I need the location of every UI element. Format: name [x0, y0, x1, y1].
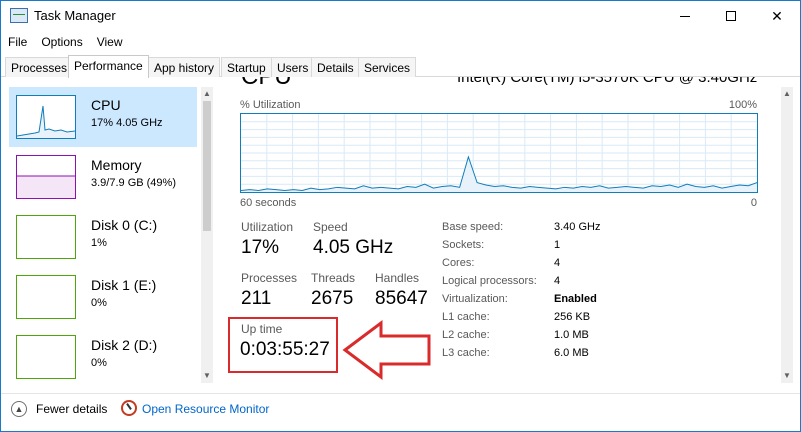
sidebar-item-disk-0[interactable]: Disk 0 (C:) 1% [9, 207, 197, 267]
graph-time-span-label: 60 seconds [240, 197, 297, 209]
scroll-thumb[interactable] [203, 101, 211, 231]
menu-file[interactable]: File [1, 32, 34, 52]
close-icon: ✕ [771, 7, 783, 24]
sidebar-item-label: Disk 2 (D:) [91, 337, 158, 353]
chevron-up-icon[interactable]: ▲ [11, 401, 27, 417]
spec-key-l2-cache: L2 cache: [442, 329, 490, 341]
tab-details[interactable]: Details [311, 57, 360, 77]
cpu-graph-canvas [241, 114, 757, 192]
sidebar-item-value: 1% [91, 237, 107, 249]
tab-users[interactable]: Users [271, 57, 315, 77]
spec-value-l2-cache: 1.0 MB [554, 329, 589, 341]
disk-1-thumbnail-graph [16, 275, 76, 319]
uptime-value: 0:03:55:27 [240, 339, 330, 360]
tab-processes[interactable]: Processes [5, 57, 74, 77]
spec-value-l1-cache: 256 KB [554, 311, 591, 323]
sidebar-scrollbar[interactable]: ▲ ▼ [201, 87, 213, 383]
tab-performance[interactable]: Performance [68, 55, 149, 78]
panel-scrollbar[interactable]: ▲ ▼ [781, 87, 793, 383]
disk-2-thumbnail-graph [16, 335, 76, 379]
threads-value: 2675 [311, 288, 354, 309]
menu-view[interactable]: View [90, 32, 130, 52]
spec-key-l3-cache: L3 cache: [442, 347, 490, 359]
speed-label: Speed [313, 220, 348, 234]
memory-thumbnail-graph [16, 155, 76, 199]
threads-label: Threads [311, 271, 356, 285]
resource-sidebar: CPU 17% 4.05 GHz Memory 3.9/7.9 GB (49%)… [5, 87, 213, 383]
spec-key-l1-cache: L1 cache: [442, 311, 490, 323]
maximize-button[interactable] [708, 1, 754, 31]
sidebar-item-memory[interactable]: Memory 3.9/7.9 GB (49%) [9, 147, 197, 207]
uptime-label: Up time [241, 322, 283, 336]
cpu-utilization-graph [240, 113, 758, 193]
utilization-axis-label: % Utilization [240, 99, 301, 111]
spec-value-logical-processors: 4 [554, 275, 561, 287]
spec-value-sockets: 1 [554, 239, 561, 251]
spec-value-base-speed: 3.40 GHz [554, 221, 601, 233]
sidebar-item-disk-2[interactable]: Disk 2 (D:) 0% [9, 327, 197, 383]
minimize-button[interactable] [662, 1, 708, 31]
sidebar-item-value: 3.9/7.9 GB (49%) [91, 177, 176, 189]
tab-startup[interactable]: Startup [221, 57, 272, 77]
graph-time-end-label: 0 [750, 197, 757, 209]
sidebar-item-value: 0% [91, 357, 107, 369]
menu-bar: File Options View [1, 32, 130, 52]
resource-monitor-icon[interactable] [121, 400, 137, 416]
speed-value: 4.05 GHz [313, 237, 394, 258]
utilization-max-label: 100% [728, 99, 757, 111]
task-manager-window: Task Manager ✕ File Options View Process… [0, 0, 801, 432]
spec-value-l3-cache: 6.0 MB [554, 347, 589, 359]
fewer-details-button[interactable]: Fewer details [36, 402, 107, 416]
spec-value-cores: 4 [554, 257, 561, 269]
spec-key-logical-processors: Logical processors: [442, 275, 537, 287]
task-manager-app-icon [10, 8, 28, 23]
utilization-label: Utilization [241, 220, 294, 234]
minimize-icon [680, 15, 690, 17]
tab-app-history[interactable]: App history [148, 57, 221, 77]
disk-0-thumbnail-graph [16, 215, 76, 259]
menu-options[interactable]: Options [34, 32, 89, 52]
sidebar-item-label: Disk 1 (E:) [91, 277, 157, 293]
window-title: Task Manager [34, 8, 116, 23]
performance-panel: CPU Intel(R) Core(TM) i5-3570K CPU @ 3.4… [213, 77, 787, 385]
spec-key-sockets: Sockets: [442, 239, 485, 251]
cpu-thumbnail-graph [16, 95, 76, 139]
spec-key-cores: Cores: [442, 257, 475, 269]
spec-key-virtualization: Virtualization: [442, 293, 508, 305]
title-bar[interactable]: Task Manager ✕ [1, 1, 800, 31]
utilization-value: 17% [241, 237, 280, 258]
scroll-up-icon[interactable]: ▲ [781, 87, 793, 101]
spec-value-virtualization: Enabled [554, 293, 597, 305]
sidebar-item-label: Memory [91, 157, 142, 173]
processes-value: 211 [241, 288, 272, 309]
sidebar-item-value: 17% 4.05 GHz [91, 117, 163, 129]
open-resource-monitor-link[interactable]: Open Resource Monitor [142, 402, 269, 416]
sidebar-item-label: CPU [91, 97, 121, 113]
tab-services[interactable]: Services [358, 57, 417, 77]
memory-thumbnail-line [17, 175, 75, 198]
pointer-arrow-icon [342, 320, 431, 380]
scroll-up-icon[interactable]: ▲ [201, 87, 213, 101]
tab-strip: Processes Performance App history Startu… [1, 55, 800, 78]
cpu-thumbnail-line [17, 105, 75, 138]
processes-label: Processes [241, 271, 298, 285]
handles-label: Handles [375, 271, 420, 285]
scroll-down-icon[interactable]: ▼ [201, 369, 213, 383]
handles-value: 85647 [375, 288, 428, 309]
sidebar-item-cpu[interactable]: CPU 17% 4.05 GHz [9, 87, 197, 147]
sidebar-item-disk-1[interactable]: Disk 1 (E:) 0% [9, 267, 197, 327]
panel-heading: CPU [241, 77, 292, 91]
spec-key-base-speed: Base speed: [442, 221, 504, 233]
maximize-icon [726, 11, 736, 21]
sidebar-item-value: 0% [91, 297, 107, 309]
sidebar-item-label: Disk 0 (C:) [91, 217, 158, 233]
scroll-down-icon[interactable]: ▼ [781, 369, 793, 383]
cpu-model-name: Intel(R) Core(TM) i5-3570K CPU @ 3.40GHz [457, 77, 758, 86]
footer-bar: ▲ Fewer details Open Resource Monitor [1, 393, 800, 431]
close-button[interactable]: ✕ [754, 1, 800, 31]
